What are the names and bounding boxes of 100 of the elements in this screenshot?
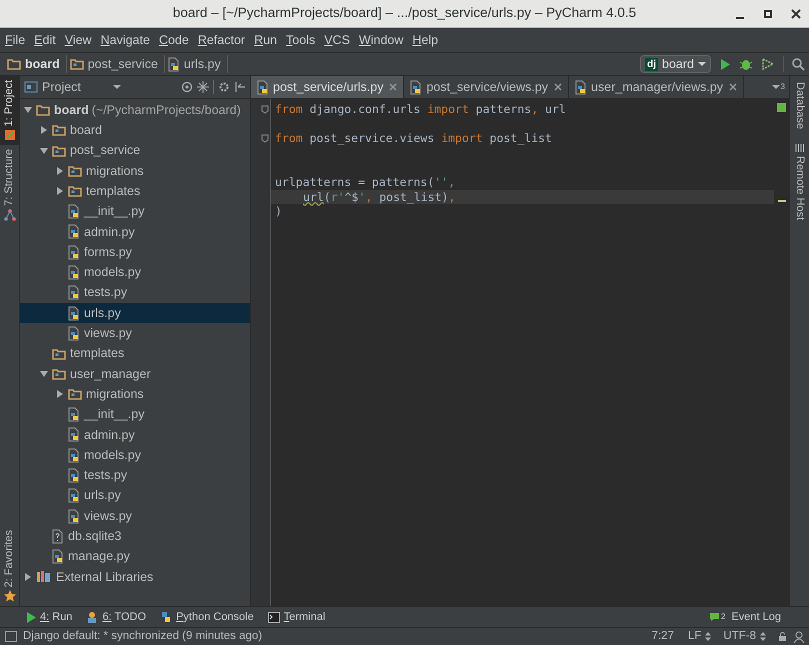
speech-bubble-icon (709, 612, 720, 622)
breadcrumb[interactable]: board (7, 54, 67, 74)
tool-window-button[interactable]: Remote Host (790, 139, 809, 224)
minimize-icon (735, 17, 745, 19)
python-file-icon (575, 80, 588, 94)
coverage-icon (761, 57, 775, 71)
editor-tab[interactable]: post_service/views.py (404, 76, 570, 98)
tree-item[interactable]: models.py (20, 262, 250, 283)
star-icon (4, 590, 16, 602)
python-file-icon (52, 549, 64, 564)
menu-item[interactable]: VCS (324, 30, 350, 50)
run-config-dropdown[interactable]: dj board (640, 55, 711, 73)
caret-icon (698, 61, 706, 67)
tree-item[interactable]: urls.py (20, 486, 250, 506)
encoding-selector[interactable]: UTF-8 (723, 628, 766, 645)
python-file-icon (68, 468, 80, 483)
editor-tab[interactable]: post_service/urls.py (251, 76, 404, 98)
caret-icon (112, 84, 121, 90)
tree-item[interactable]: __init__.py (20, 201, 250, 222)
tree-item[interactable]: templates (20, 181, 250, 202)
close-icon (389, 83, 398, 91)
tool-window-button[interactable]: 7: Structure (0, 145, 19, 226)
tree-item[interactable]: tests.py (20, 465, 250, 486)
status-ok-icon (777, 103, 786, 112)
terminal-icon (268, 612, 280, 622)
panel-title: Project (42, 78, 81, 96)
line-ending-selector[interactable]: LF (688, 628, 712, 645)
editor-tab[interactable]: user_manager/views.py (569, 76, 744, 98)
menu-item[interactable]: Code (158, 30, 189, 50)
python-file-icon (68, 306, 80, 321)
tree-item[interactable]: manage.py (20, 546, 250, 567)
tree-item[interactable]: views.py (20, 323, 250, 344)
tree-item[interactable]: External Libraries (20, 566, 250, 588)
tree-item[interactable]: models.py (20, 445, 250, 466)
tool-window-button[interactable]: 1: Project (0, 76, 19, 146)
tree-item[interactable]: admin.py (20, 222, 250, 242)
hide-icon (234, 81, 246, 93)
menu-item[interactable]: Help (412, 30, 438, 50)
menu-item[interactable]: Edit (34, 30, 56, 50)
python-file-icon (68, 407, 80, 422)
event-log-button[interactable]: 2 Event Log (709, 608, 781, 626)
tree-item[interactable]: db.sqlite3 (20, 526, 250, 547)
tree-item[interactable]: __init__.py (20, 404, 250, 425)
tool-window-button[interactable]: 6: TODO (86, 608, 146, 626)
tool-window-button[interactable]: 4: Run (26, 608, 72, 626)
python-file-icon (68, 448, 80, 463)
tree-item[interactable]: migrations (20, 160, 250, 182)
menu-item[interactable]: Run (254, 30, 278, 50)
python-file-icon (68, 244, 80, 260)
tool-window-button[interactable]: Database (790, 78, 809, 134)
cursor-position[interactable]: 7:27 (652, 628, 674, 645)
run-icon (26, 612, 36, 622)
module-folder-icon (68, 388, 82, 400)
python-icon (160, 611, 172, 623)
tree-item[interactable]: views.py (20, 506, 250, 526)
close-icon (791, 9, 801, 19)
python-file-icon (68, 427, 80, 442)
tool-window-button[interactable]: 2: Favorites (0, 526, 19, 606)
menu-item[interactable]: Refactor (198, 30, 246, 50)
toggle-panels-icon (5, 631, 17, 642)
settings-icon (218, 81, 230, 93)
module-folder-icon (52, 348, 66, 360)
tool-window-button[interactable]: Python Console (160, 608, 254, 626)
python-file-icon (68, 204, 80, 220)
tree-item[interactable]: board (20, 120, 250, 141)
tree-item[interactable]: forms.py (20, 242, 250, 262)
python-file-icon (68, 224, 80, 240)
tab-overflow-button[interactable]: 3 (772, 76, 789, 98)
up-down-icon (760, 632, 766, 641)
tree-item[interactable]: migrations (20, 384, 250, 404)
lock-icon (778, 632, 787, 642)
menu-item[interactable]: File (5, 30, 26, 50)
module-folder-icon (52, 124, 66, 136)
tree-item[interactable]: templates (20, 344, 250, 364)
python-file-icon (68, 508, 80, 524)
target-icon (181, 81, 193, 93)
module-folder-icon (70, 58, 84, 70)
tree-item[interactable]: tests.py (20, 282, 250, 303)
menu-item[interactable]: View (64, 30, 92, 50)
search-icon (792, 58, 805, 70)
structure-icon (4, 209, 16, 222)
tree-item[interactable]: urls.py (20, 302, 250, 324)
python-file-icon (68, 488, 80, 504)
tool-window-button[interactable]: Terminal (268, 608, 326, 626)
menu-item[interactable]: Navigate (100, 30, 150, 50)
tree-item[interactable]: user_manager (20, 364, 250, 384)
python-file-icon (68, 326, 80, 341)
breadcrumb[interactable]: post_service (70, 54, 165, 74)
breadcrumb[interactable]: urls.py (168, 54, 228, 74)
up-down-icon (705, 632, 712, 641)
menu-item[interactable]: Window (358, 30, 404, 50)
caret-icon (772, 84, 780, 90)
tree-item[interactable]: admin.py (20, 424, 250, 446)
folder-icon (7, 58, 21, 70)
python-file-icon (410, 80, 422, 94)
menu-item[interactable]: Tools (286, 30, 316, 50)
tree-item[interactable]: post_service (20, 140, 250, 161)
project-view-icon (24, 81, 38, 93)
close-icon (729, 83, 738, 91)
tree-row[interactable]: board (~/PycharmProjects/board) (20, 100, 250, 120)
